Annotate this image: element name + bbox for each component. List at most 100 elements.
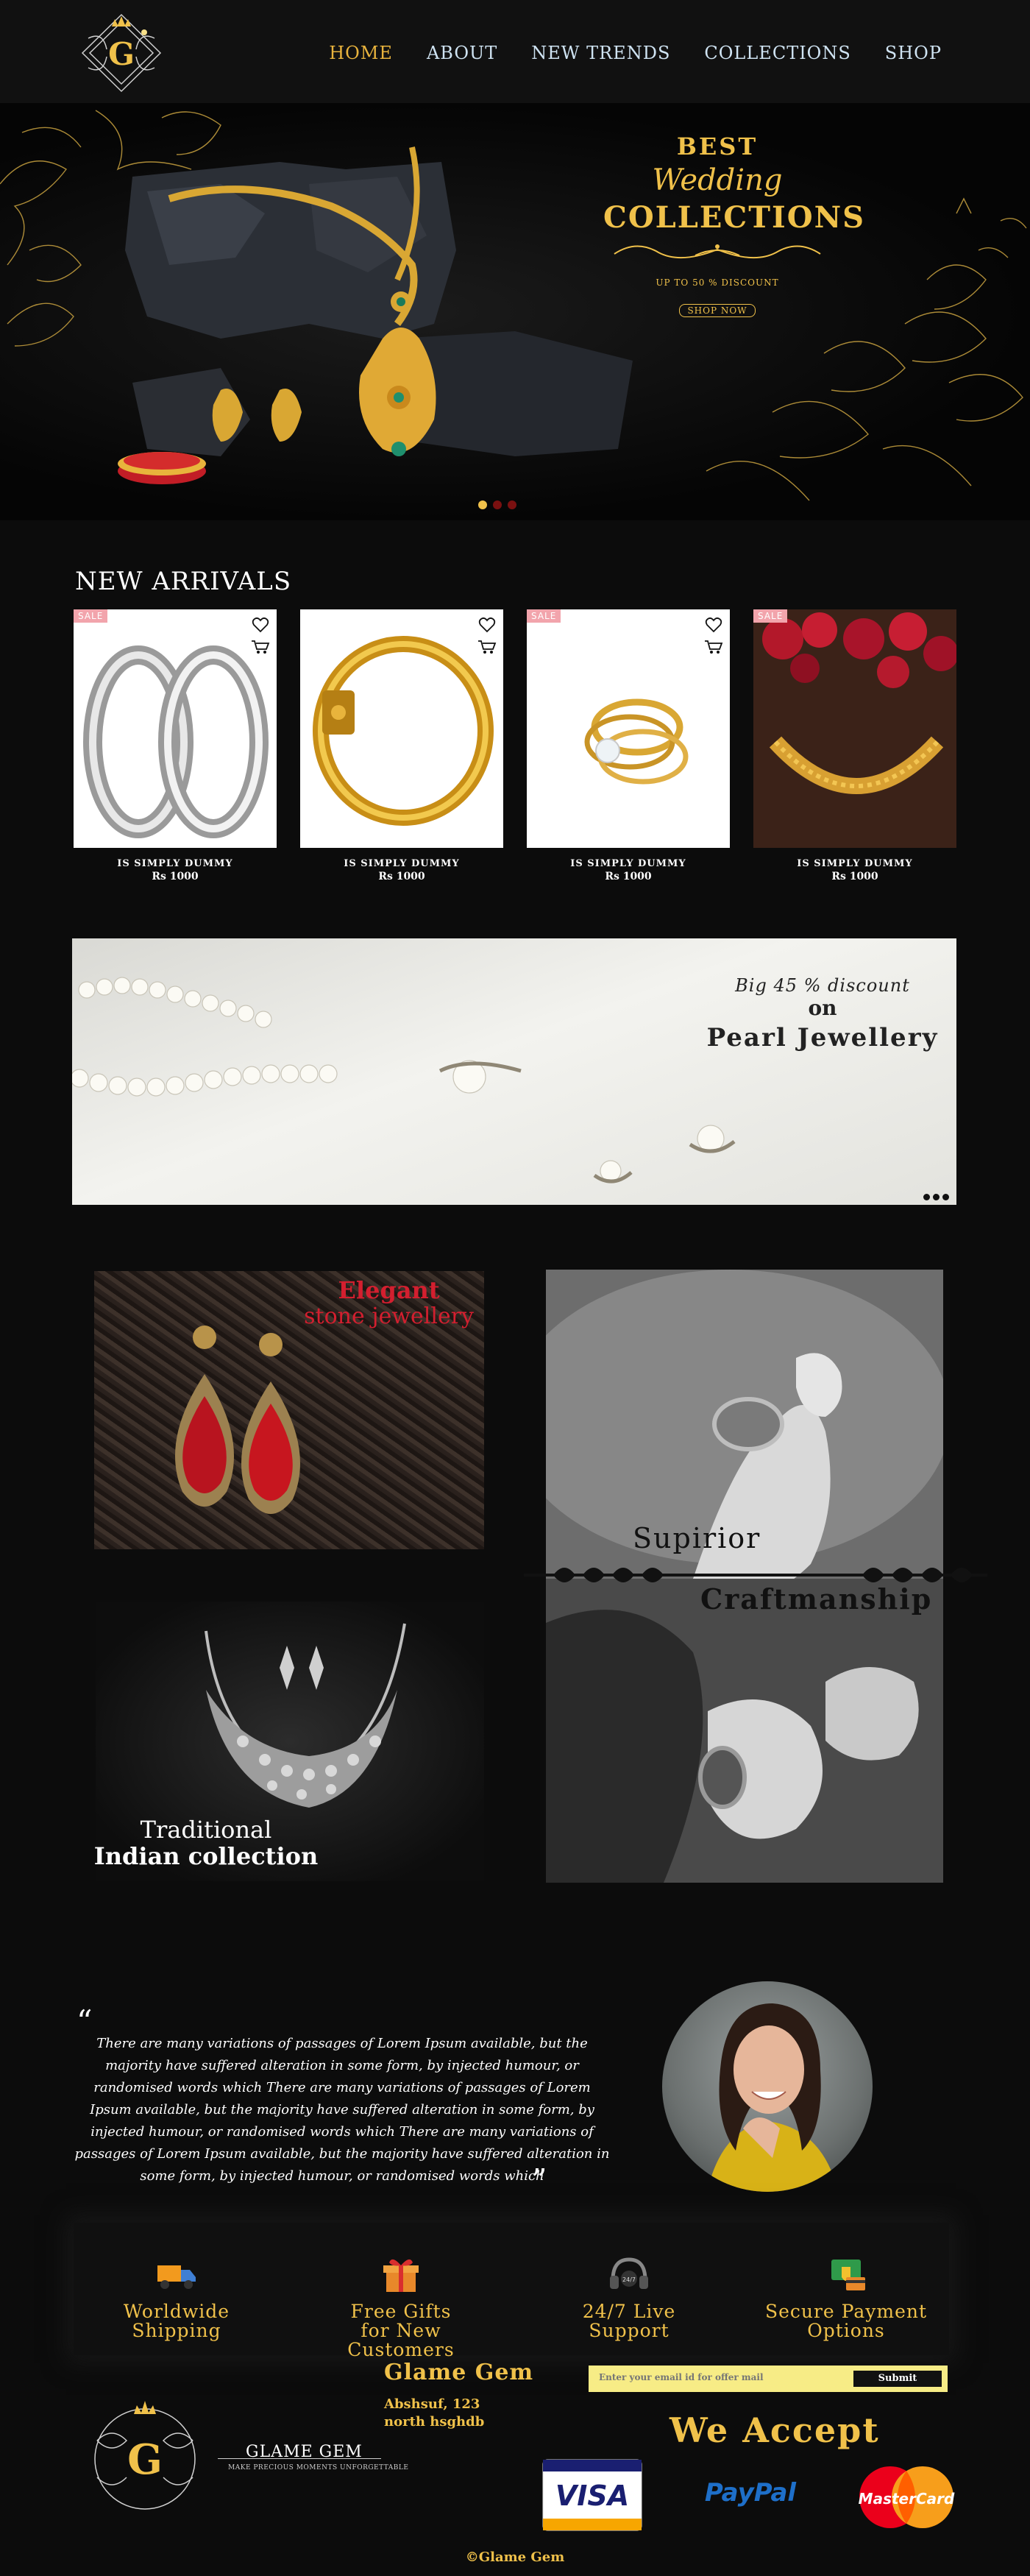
footer-brand: GLAME GEM bbox=[246, 2443, 363, 2461]
product-price: Rs 1000 bbox=[152, 871, 199, 882]
product-name: IS SIMPLY DUMMY bbox=[344, 858, 460, 869]
new-arrivals-title: NEW ARRIVALS bbox=[75, 567, 292, 596]
pearl-caption: Big 45 % discount on Pearl Jewellery bbox=[705, 975, 940, 1052]
nav-new-trends[interactable]: NEW TRENDS bbox=[531, 43, 670, 63]
address-line1: Abshsuf, 123 bbox=[384, 2396, 480, 2412]
indian-title-line2: Indian collection bbox=[93, 1842, 319, 1870]
feature-payment: Secure Payment Options bbox=[750, 2255, 942, 2340]
product-grid: SALE IS SIMPLY DUMMY Rs 1000 IS SIMPLY D… bbox=[74, 609, 956, 889]
heart-icon[interactable] bbox=[478, 617, 496, 633]
hero-jewellery-image bbox=[0, 110, 1027, 501]
craft-title-line1: Supirior bbox=[633, 1522, 761, 1554]
sale-badge: SALE bbox=[527, 609, 561, 623]
company-name: Glame Gem bbox=[384, 2360, 534, 2385]
feature-support-line1: 24/7 Live bbox=[582, 2301, 676, 2322]
feature-gifts-line1: Free Gifts bbox=[350, 2301, 452, 2322]
heart-icon[interactable] bbox=[252, 617, 269, 633]
cart-icon[interactable] bbox=[477, 639, 497, 655]
product-image[interactable]: SALE bbox=[74, 609, 277, 848]
pearl-title: Pearl Jewellery bbox=[706, 1023, 939, 1052]
more-options-icon[interactable] bbox=[923, 1194, 949, 1200]
footer-logo[interactable]: G bbox=[82, 2389, 207, 2522]
secure-payment-icon bbox=[831, 2260, 865, 2290]
top-navbar: G HOME ABOUT NEW TRENDS COLLECTIONS SHOP bbox=[0, 0, 1030, 103]
copyright: ©Glame Gem bbox=[465, 2550, 565, 2565]
product-card[interactable]: SALE IS SIMPLY DUMMY Rs 1000 bbox=[527, 609, 730, 889]
cart-icon[interactable] bbox=[250, 639, 271, 655]
customer-avatar bbox=[662, 1981, 873, 2192]
truck-icon bbox=[157, 2265, 196, 2289]
feature-gifts-line2: for New Customers bbox=[347, 2320, 455, 2360]
mastercard-logo: MasterCard bbox=[859, 2466, 955, 2528]
silver-hoop-earrings-image bbox=[83, 645, 269, 838]
product-price: Rs 1000 bbox=[378, 871, 425, 882]
product-card[interactable]: IS SIMPLY DUMMY Rs 1000 bbox=[300, 609, 503, 889]
stone-title-line1: Elegant bbox=[338, 1276, 440, 1304]
svg-text:VISA: VISA bbox=[555, 2480, 629, 2512]
hero-caption: BEST Wedding COLLECTIONS UP TO 50 % DISC… bbox=[603, 132, 866, 317]
stone-jewellery-tile[interactable]: Elegant stone jewellery bbox=[94, 1271, 484, 1549]
feature-gifts: Free Gifts for New Customers bbox=[305, 2255, 497, 2360]
carousel-dot-2[interactable] bbox=[493, 500, 502, 509]
paypal-logo: PayPal bbox=[705, 2478, 797, 2508]
hero-banner: BEST Wedding COLLECTIONS UP TO 50 % DISC… bbox=[0, 103, 1030, 520]
stone-title-line2: stone jewellery bbox=[304, 1303, 474, 1329]
feature-payment-line2: Options bbox=[807, 2320, 885, 2341]
feature-support: 24/7 24/7 Live Support bbox=[533, 2255, 725, 2340]
nav-shop[interactable]: SHOP bbox=[885, 43, 942, 63]
indian-collection-title: Traditional Indian collection bbox=[0, 1816, 412, 1869]
product-price: Rs 1000 bbox=[831, 871, 878, 882]
company-address: Abshsuf, 123 north hsghdb bbox=[384, 2396, 484, 2431]
feature-shipping: Worldwide Shipping bbox=[81, 2255, 272, 2340]
carousel-dot-1[interactable] bbox=[478, 500, 487, 509]
hero-line-wedding: Wedding bbox=[652, 163, 783, 197]
close-quote-icon: ” bbox=[531, 2162, 547, 2198]
svg-text:PayPal: PayPal bbox=[705, 2478, 797, 2508]
indian-title-line1: Traditional bbox=[140, 1816, 272, 1844]
product-name: IS SIMPLY DUMMY bbox=[117, 858, 233, 869]
customer-portrait-image bbox=[706, 2003, 838, 2192]
product-image[interactable] bbox=[300, 609, 503, 848]
product-price: Rs 1000 bbox=[605, 871, 652, 882]
headset-icon: 24/7 bbox=[610, 2257, 648, 2289]
product-image[interactable]: SALE bbox=[753, 609, 956, 848]
hero-discount: UP TO 50 % DISCOUNT bbox=[656, 277, 779, 288]
shop-now-button[interactable]: SHOP NOW bbox=[679, 304, 756, 317]
we-accept-title: We Accept bbox=[670, 2410, 880, 2450]
pearl-discount: Big 45 % discount bbox=[735, 975, 910, 996]
product-card[interactable]: SALE IS SIMPLY DUMMY Rs 1000 bbox=[753, 609, 956, 889]
email-input[interactable] bbox=[599, 2372, 834, 2382]
carousel-dot-3[interactable] bbox=[508, 500, 516, 509]
heart-icon[interactable] bbox=[705, 617, 722, 633]
logo-letter: G bbox=[108, 36, 135, 72]
cart-icon[interactable] bbox=[703, 639, 724, 655]
testimonial-text: There are many variations of passages of… bbox=[74, 2036, 610, 2184]
product-card[interactable]: SALE IS SIMPLY DUMMY Rs 1000 bbox=[74, 609, 277, 889]
footer-logo-letter: G bbox=[127, 2435, 163, 2484]
footer-tagline: MAKE PRECIOUS MOMENTS UNFORGETTABLE bbox=[228, 2464, 409, 2471]
product-name: IS SIMPLY DUMMY bbox=[797, 858, 913, 869]
nav-links: HOME ABOUT NEW TRENDS COLLECTIONS SHOP bbox=[329, 43, 942, 63]
nav-collections[interactable]: COLLECTIONS bbox=[704, 43, 850, 63]
sale-badge: SALE bbox=[74, 609, 108, 623]
pearl-banner[interactable]: Big 45 % discount on Pearl Jewellery bbox=[72, 938, 956, 1205]
newsletter-form: Submit bbox=[589, 2366, 948, 2392]
nav-home[interactable]: HOME bbox=[329, 43, 393, 63]
brand-logo[interactable]: G bbox=[74, 9, 169, 97]
product-image[interactable]: SALE bbox=[527, 609, 730, 848]
nav-about[interactable]: ABOUT bbox=[427, 43, 497, 63]
stone-collection-title: Elegant stone jewellery bbox=[304, 1277, 474, 1330]
carousel-indicators bbox=[478, 500, 516, 509]
svg-text:MasterCard: MasterCard bbox=[859, 2490, 955, 2508]
feature-shipping-line2: Shipping bbox=[132, 2320, 221, 2341]
feature-payment-line1: Secure Payment bbox=[764, 2301, 928, 2322]
feature-shipping-line1: Worldwide bbox=[123, 2301, 230, 2322]
gold-bangle-image bbox=[313, 636, 494, 826]
gold-diamond-ring-image bbox=[584, 698, 689, 785]
hero-line-best: BEST bbox=[676, 132, 759, 160]
gift-icon bbox=[383, 2259, 419, 2292]
address-line2: north hsghdb bbox=[384, 2414, 485, 2430]
feature-support-line2: Support bbox=[589, 2320, 670, 2341]
submit-button[interactable]: Submit bbox=[853, 2371, 942, 2387]
hero-line-collections: COLLECTIONS bbox=[603, 200, 866, 235]
